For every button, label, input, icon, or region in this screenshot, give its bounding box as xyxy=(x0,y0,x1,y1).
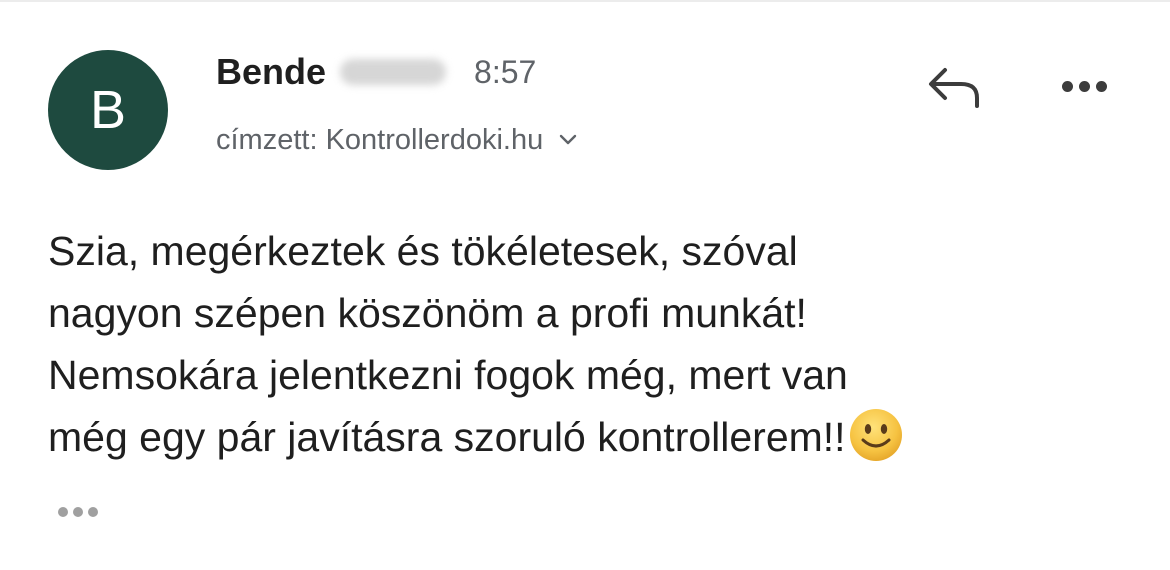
more-options-button[interactable] xyxy=(1052,62,1116,110)
avatar-initial: B xyxy=(89,80,127,140)
sender-row: Bende 8:57 xyxy=(216,50,536,94)
sender-avatar[interactable]: B xyxy=(48,50,168,170)
redacted-surname xyxy=(340,59,447,85)
slightly-smiling-face-icon xyxy=(848,407,904,463)
show-trimmed-content-icon xyxy=(58,507,68,517)
reply-button[interactable] xyxy=(920,58,988,118)
message-time: 8:57 xyxy=(474,53,537,90)
recipient-label: címzett: xyxy=(216,123,318,156)
message-body-line: Nemsokára jelentkezni fogok még, mert va… xyxy=(48,352,848,398)
message-body-line: nagyon szépen köszönöm a profi munkát! xyxy=(48,290,807,336)
more-options-icon xyxy=(1061,80,1073,92)
sender-name[interactable]: Bende xyxy=(216,51,326,93)
recipient-row[interactable]: címzett: Kontrollerdoki.hu xyxy=(216,118,579,162)
reply-icon xyxy=(925,64,983,113)
recipient-address: Kontrollerdoki.hu xyxy=(325,123,544,156)
message-body: Szia, megérkeztek és tökéletesek, szóval… xyxy=(48,220,1128,468)
chevron-down-icon[interactable] xyxy=(557,129,579,151)
show-trimmed-content-button[interactable] xyxy=(48,494,108,530)
top-divider xyxy=(0,0,1170,2)
message-body-line-last: még egy pár javításra szoruló kontroller… xyxy=(48,406,1128,468)
message-body-line: Szia, megérkeztek és tökéletesek, szóval xyxy=(48,228,798,274)
